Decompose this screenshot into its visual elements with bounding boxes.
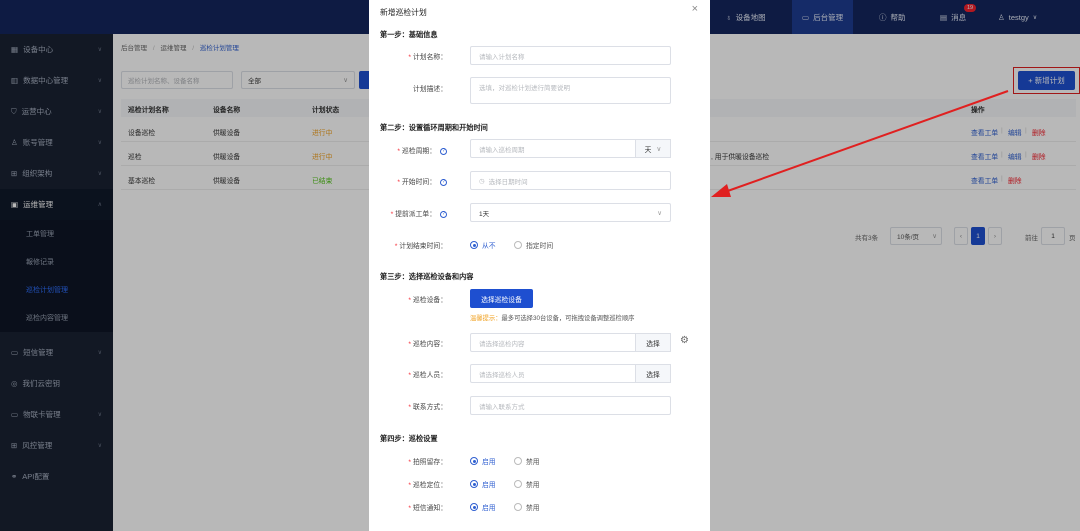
cycle-unit-select[interactable]: 天 ∨ bbox=[635, 139, 671, 158]
photo-disable-radio[interactable]: 禁用 bbox=[514, 456, 540, 466]
staff-select-button[interactable]: 选择 bbox=[635, 364, 671, 383]
content-input[interactable]: 请选择巡检内容 选择 bbox=[470, 333, 671, 352]
select-device-button[interactable]: 选择巡检设备 bbox=[470, 289, 533, 308]
chevron-down-icon: ∨ bbox=[657, 209, 662, 217]
contact-input[interactable]: 请输入联系方式 bbox=[470, 396, 671, 415]
sms-enable-radio[interactable]: 启用 bbox=[470, 502, 496, 512]
photo-enable-radio[interactable]: 启用 bbox=[470, 456, 496, 466]
chevron-down-icon: ∨ bbox=[656, 145, 662, 153]
step2-title: 第二步：设置循环周期和开始时间 bbox=[380, 123, 488, 132]
clock-icon: ◷ bbox=[479, 177, 485, 185]
close-icon[interactable]: × bbox=[692, 3, 698, 15]
sms-disable-radio[interactable]: 禁用 bbox=[514, 502, 540, 512]
start-time-picker[interactable]: ◷ 选择日期时间 bbox=[470, 171, 671, 190]
question-icon[interactable]: ? bbox=[440, 210, 447, 218]
step3-title: 第三步：选择巡检设备和内容 bbox=[380, 272, 474, 281]
step4-title: 第四步：巡检设置 bbox=[380, 434, 438, 443]
plan-name-input[interactable]: 请输入计划名称 bbox=[470, 46, 671, 65]
question-icon[interactable]: ? bbox=[440, 147, 447, 155]
advance-order-select[interactable]: 1天 ∨ bbox=[470, 203, 671, 222]
step1-title: 第一步：基础信息 bbox=[380, 30, 438, 39]
device-tip: 温馨提示：最多可选择30台设备，可拖拽设备调整巡检顺序 bbox=[470, 315, 635, 322]
staff-input[interactable]: 请选择巡检人员 选择 bbox=[470, 364, 671, 383]
end-never-radio[interactable]: 从不 bbox=[470, 240, 496, 250]
cycle-input[interactable]: 请输入巡检周期 天 ∨ bbox=[470, 139, 671, 158]
locate-disable-radio[interactable]: 禁用 bbox=[514, 479, 540, 489]
add-plan-dialog: 新增巡检计划 × 第一步：基础信息 * 计划名称： 请输入计划名称 计划描述： 选… bbox=[369, 0, 710, 531]
gear-icon[interactable]: ⚙ bbox=[680, 335, 689, 346]
question-icon[interactable]: ? bbox=[440, 178, 447, 186]
content-select-button[interactable]: 选择 bbox=[635, 333, 671, 352]
plan-description-textarea[interactable]: 选填，对巡检计划进行简要说明 bbox=[470, 77, 671, 104]
end-specified-radio[interactable]: 指定时间 bbox=[514, 240, 553, 250]
locate-enable-radio[interactable]: 启用 bbox=[470, 479, 496, 489]
dialog-title: 新增巡检计划 bbox=[380, 8, 427, 17]
